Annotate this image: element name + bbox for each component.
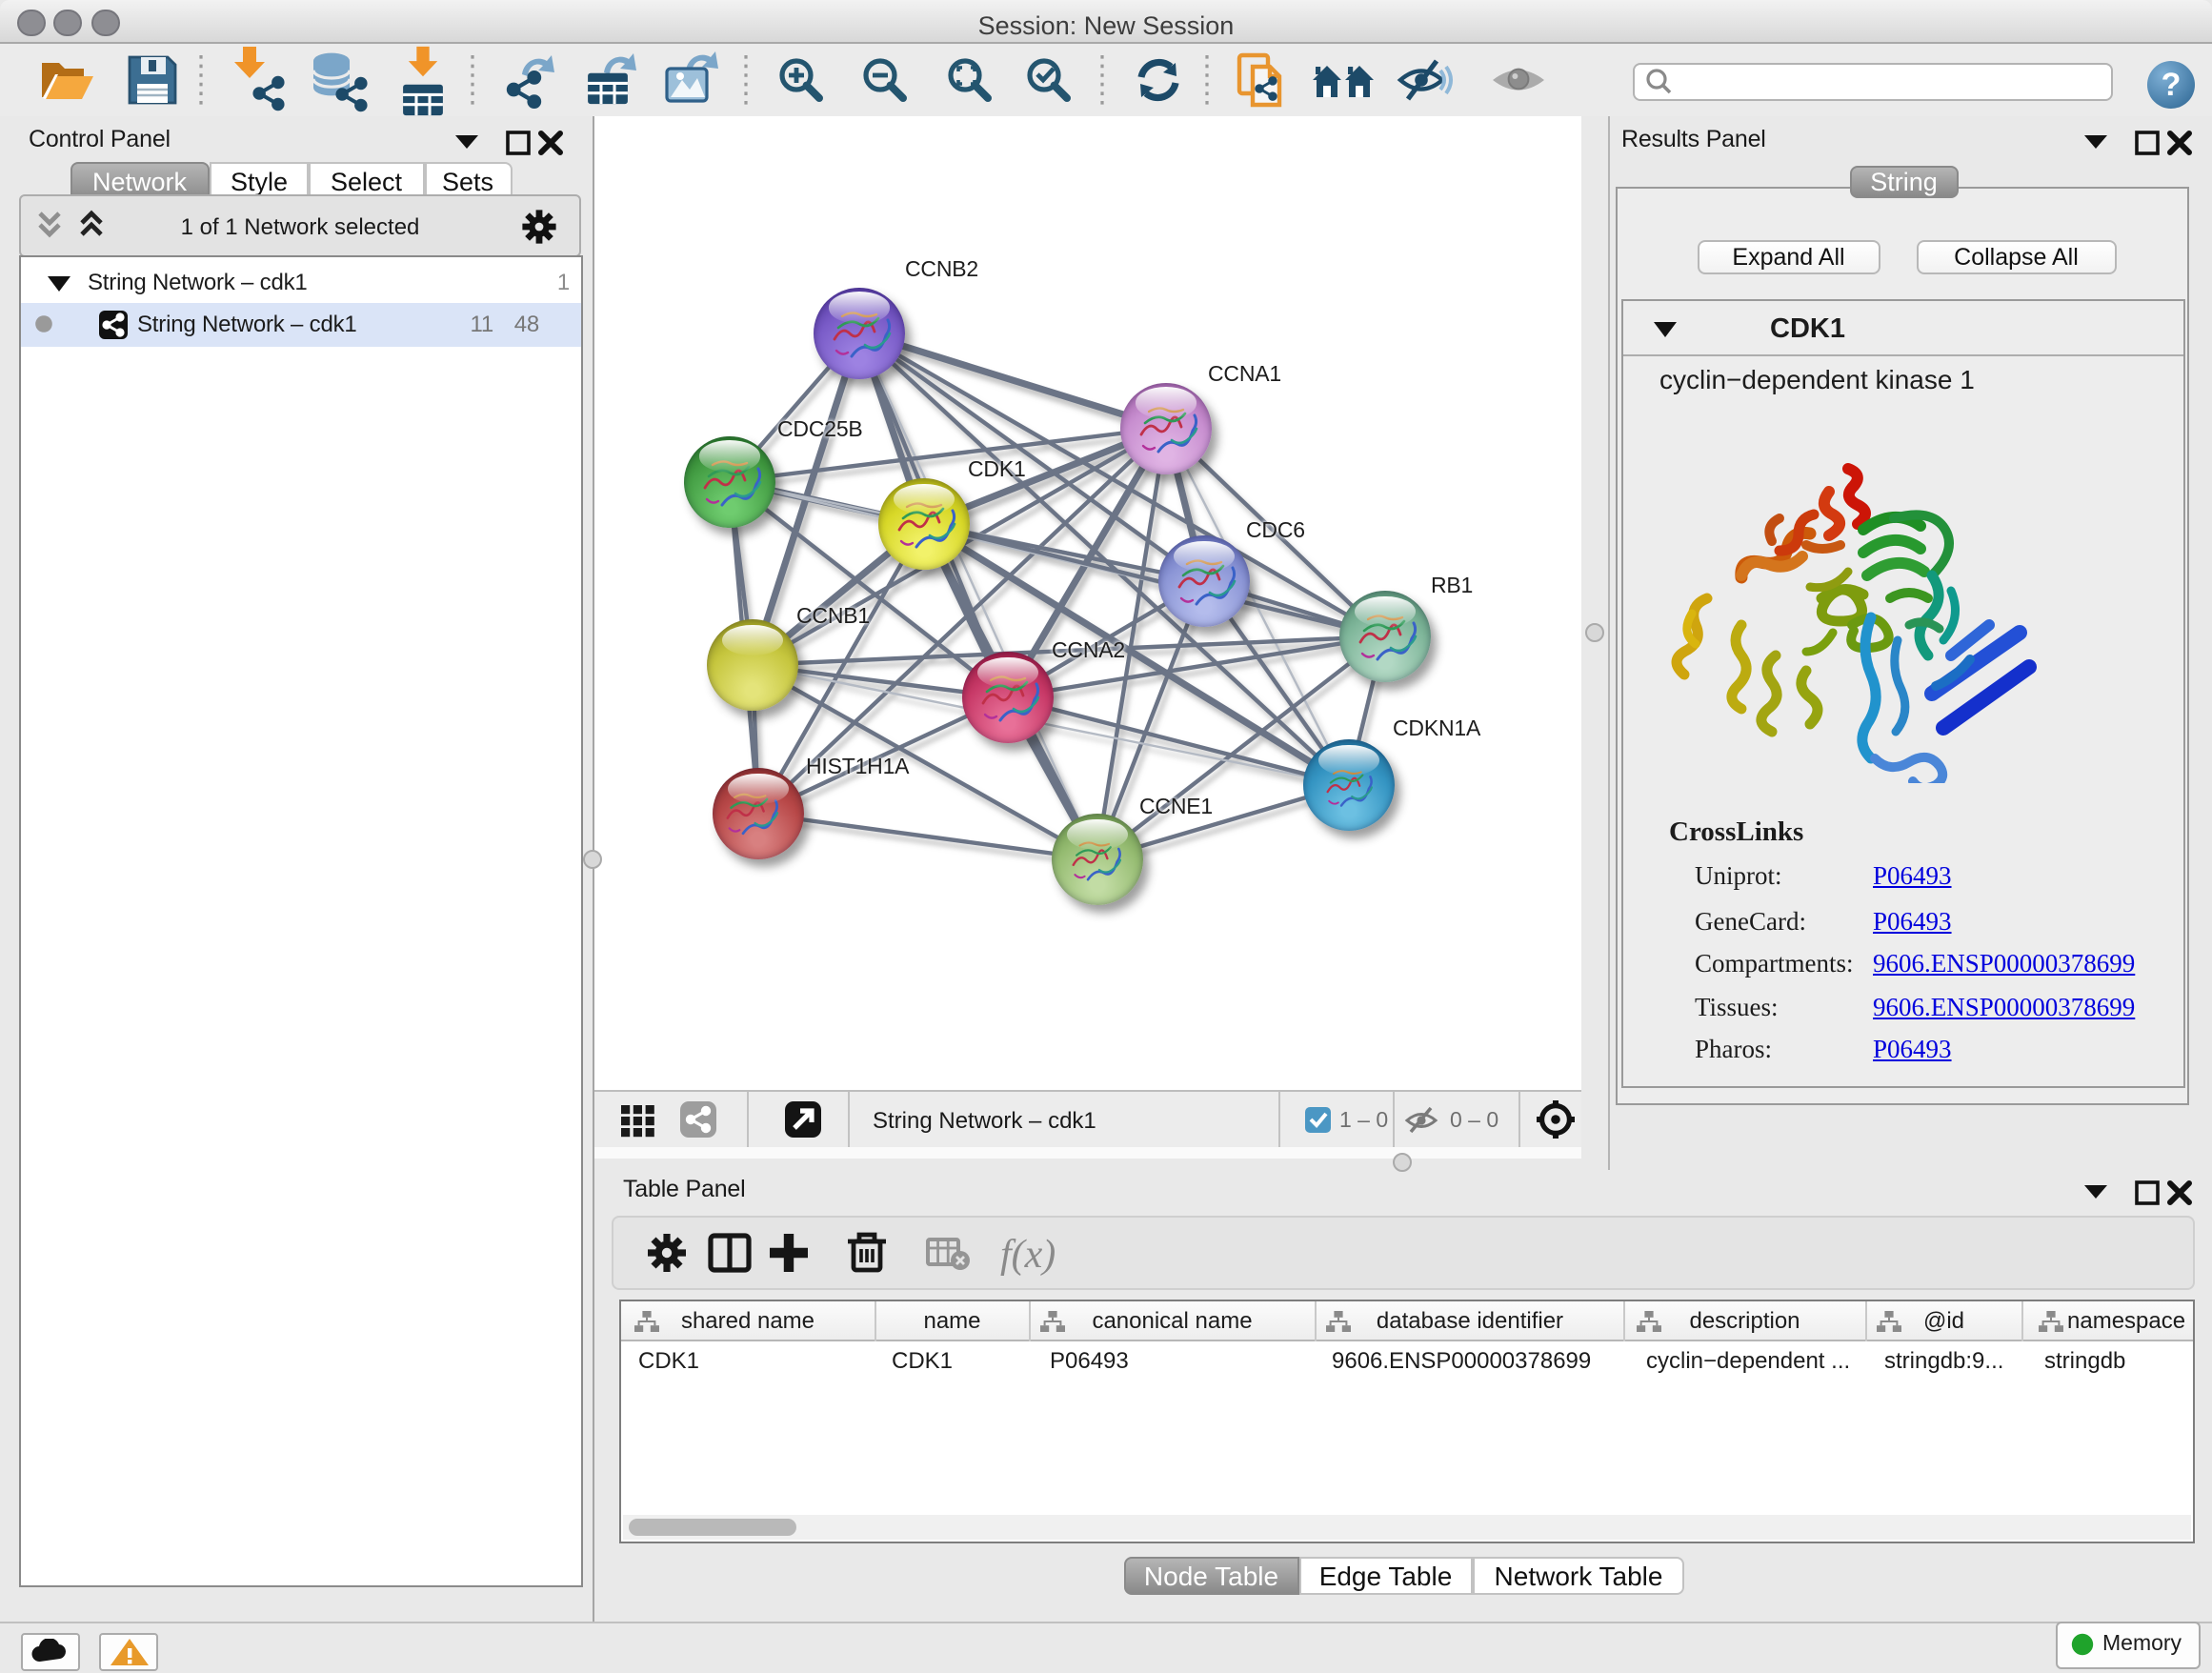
svg-text:String Network – cdk1: String Network – cdk1 [873, 1108, 1096, 1134]
svg-text:1 – 0: 1 – 0 [1339, 1107, 1388, 1132]
svg-text:f(x): f(x) [1000, 1233, 1056, 1277]
svg-text:0 – 0: 0 – 0 [1450, 1107, 1498, 1132]
